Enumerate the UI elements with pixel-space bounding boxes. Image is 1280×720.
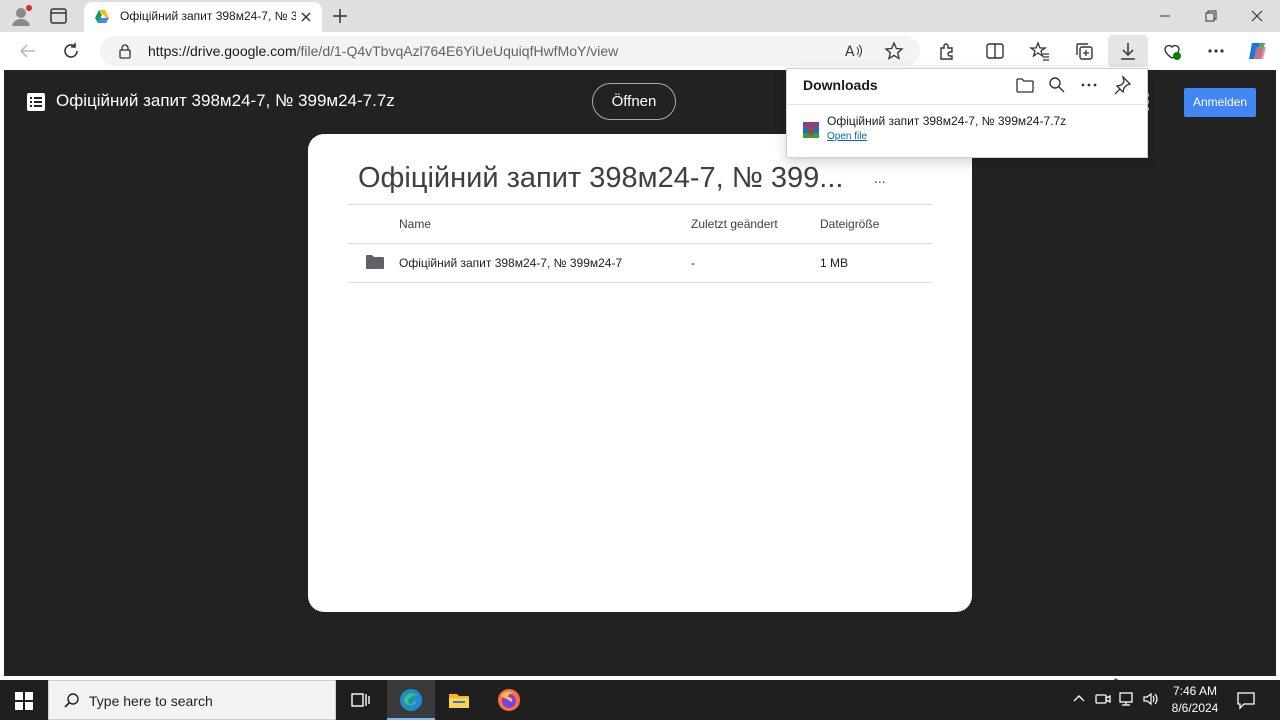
- tab-title: Офіційний запит 398м24-7, № 399м24-7.7z …: [120, 9, 296, 23]
- notifications-icon[interactable]: [1236, 690, 1256, 710]
- archive-title: Офіційний запит 398м24-7, № 399...: [358, 162, 844, 194]
- extensions-icon[interactable]: [936, 40, 958, 62]
- windows-logo-icon: [15, 692, 33, 710]
- browser-essentials-icon[interactable]: [1161, 40, 1183, 62]
- row-modified: -: [691, 243, 820, 283]
- close-window-button[interactable]: [1234, 0, 1280, 32]
- browser-toolbar: https://drive.google.com/file/d/1-Q4vTbv…: [0, 32, 1280, 70]
- edge-icon: [400, 689, 422, 711]
- drive-viewer: Офіційний запит 398м24-7, № 399м24-7.7z …: [4, 70, 1276, 720]
- clock-date: 8/6/2024: [1171, 701, 1219, 715]
- name-column-header: Name: [399, 204, 691, 244]
- url-text[interactable]: https://drive.google.com/file/d/1-Q4vTbv…: [148, 43, 618, 59]
- row-name: Офіційний запит 398м24-7, № 399м24-7: [399, 243, 691, 283]
- back-icon[interactable]: [17, 40, 39, 62]
- active-tab[interactable]: Офіційний запит 398м24-7, № 399м24-7.7z …: [84, 2, 322, 32]
- volume-icon[interactable]: [1142, 690, 1160, 708]
- modified-column-header: Zuletzt geändert: [691, 204, 820, 244]
- size-column-header: Dateigröße: [820, 204, 932, 244]
- file-explorer-icon: [449, 694, 469, 708]
- task-view-button[interactable]: [336, 680, 384, 720]
- folder-icon-cell: [348, 243, 399, 283]
- open-downloads-folder-icon[interactable]: [1015, 75, 1035, 95]
- split-screen-icon[interactable]: [984, 40, 1006, 62]
- downloads-flyout: Downloads Офіційний запит 398м24-7, № 39…: [786, 68, 1148, 158]
- show-hidden-icons-chevron-icon[interactable]: [1070, 690, 1088, 708]
- archive-file-table: Name Zuletzt geändert Dateigröße Офіційн…: [348, 204, 932, 283]
- profile-icon[interactable]: [10, 5, 32, 27]
- task-view-icon: [351, 693, 370, 707]
- archive-more-button[interactable]: ...: [874, 170, 886, 186]
- taskbar-firefox-button[interactable]: [485, 680, 533, 720]
- more-menu-icon[interactable]: [1205, 40, 1227, 62]
- search-icon: [63, 692, 81, 710]
- start-button[interactable]: [0, 680, 48, 720]
- firefox-icon: [498, 689, 520, 711]
- pin-icon[interactable]: [1112, 75, 1132, 95]
- favorites-icon[interactable]: [1029, 40, 1051, 62]
- downloaded-file-name[interactable]: Офіційний запит 398м24-7, № 399м24-7.7z: [827, 114, 1066, 128]
- svg-text:A: A: [845, 44, 855, 60]
- sign-in-button[interactable]: Anmelden: [1184, 88, 1256, 117]
- url-path: /file/d/1-Q4vTbvqAzl764E6YiUeUquiqfHwfMo…: [296, 43, 619, 59]
- row-size: 1 MB: [820, 243, 932, 283]
- address-bar[interactable]: https://drive.google.com/file/d/1-Q4vTbv…: [100, 36, 920, 66]
- taskbar-edge-button[interactable]: [387, 680, 435, 720]
- refresh-icon[interactable]: [60, 40, 82, 62]
- copilot-icon[interactable]: [1246, 39, 1270, 63]
- windows-taskbar: Type here to search 7:46 AM 8/6/2024: [0, 680, 1280, 720]
- url-host: https://drive.google.com: [148, 43, 297, 59]
- archive-file-icon: [803, 122, 819, 138]
- archive-preview-card: Офіційний запит 398м24-7, № 399... ... N…: [308, 134, 972, 612]
- tab-actions-icon[interactable]: [48, 6, 70, 26]
- system-clock[interactable]: 7:46 AM 8/6/2024: [1164, 683, 1226, 717]
- clock-time: 7:46 AM: [1172, 684, 1218, 698]
- search-downloads-icon[interactable]: [1047, 75, 1067, 95]
- tab-strip: Офіційний запит 398м24-7, № 399м24-7.7z …: [0, 0, 1280, 32]
- downloads-title: Downloads: [803, 77, 878, 93]
- restore-button[interactable]: [1188, 0, 1234, 32]
- meet-now-icon[interactable]: [1094, 690, 1112, 708]
- document-list-icon: [26, 92, 46, 112]
- downloads-divider: [787, 104, 1147, 105]
- lock-icon[interactable]: [118, 43, 132, 59]
- network-icon[interactable]: [1118, 690, 1136, 708]
- taskbar-search-box[interactable]: Type here to search: [48, 680, 336, 720]
- table-header-row: Name Zuletzt geändert Dateigröße: [348, 204, 932, 244]
- downloads-more-icon[interactable]: [1079, 75, 1099, 95]
- collections-icon[interactable]: [1073, 40, 1095, 62]
- new-tab-icon[interactable]: [330, 6, 350, 26]
- downloads-button[interactable]: [1108, 35, 1148, 67]
- favorite-star-icon[interactable]: [884, 41, 904, 61]
- icon-column-header: [348, 204, 399, 244]
- google-drive-icon: [94, 9, 110, 25]
- open-button[interactable]: Öffnen: [592, 83, 676, 120]
- close-tab-icon[interactable]: [298, 9, 314, 25]
- search-placeholder: Type here to search: [89, 693, 213, 709]
- document-title: Офіційний запит 398м24-7, № 399м24-7.7z: [56, 91, 395, 110]
- download-icon: [1121, 43, 1135, 60]
- open-file-link[interactable]: Open file: [827, 131, 867, 142]
- table-row[interactable]: Офіційний запит 398м24-7, № 399м24-7 - 1…: [348, 243, 932, 283]
- taskbar-file-explorer-button[interactable]: [435, 680, 483, 720]
- folder-icon: [366, 254, 384, 269]
- minimize-button[interactable]: [1142, 0, 1188, 32]
- read-aloud-icon[interactable]: A: [844, 41, 864, 61]
